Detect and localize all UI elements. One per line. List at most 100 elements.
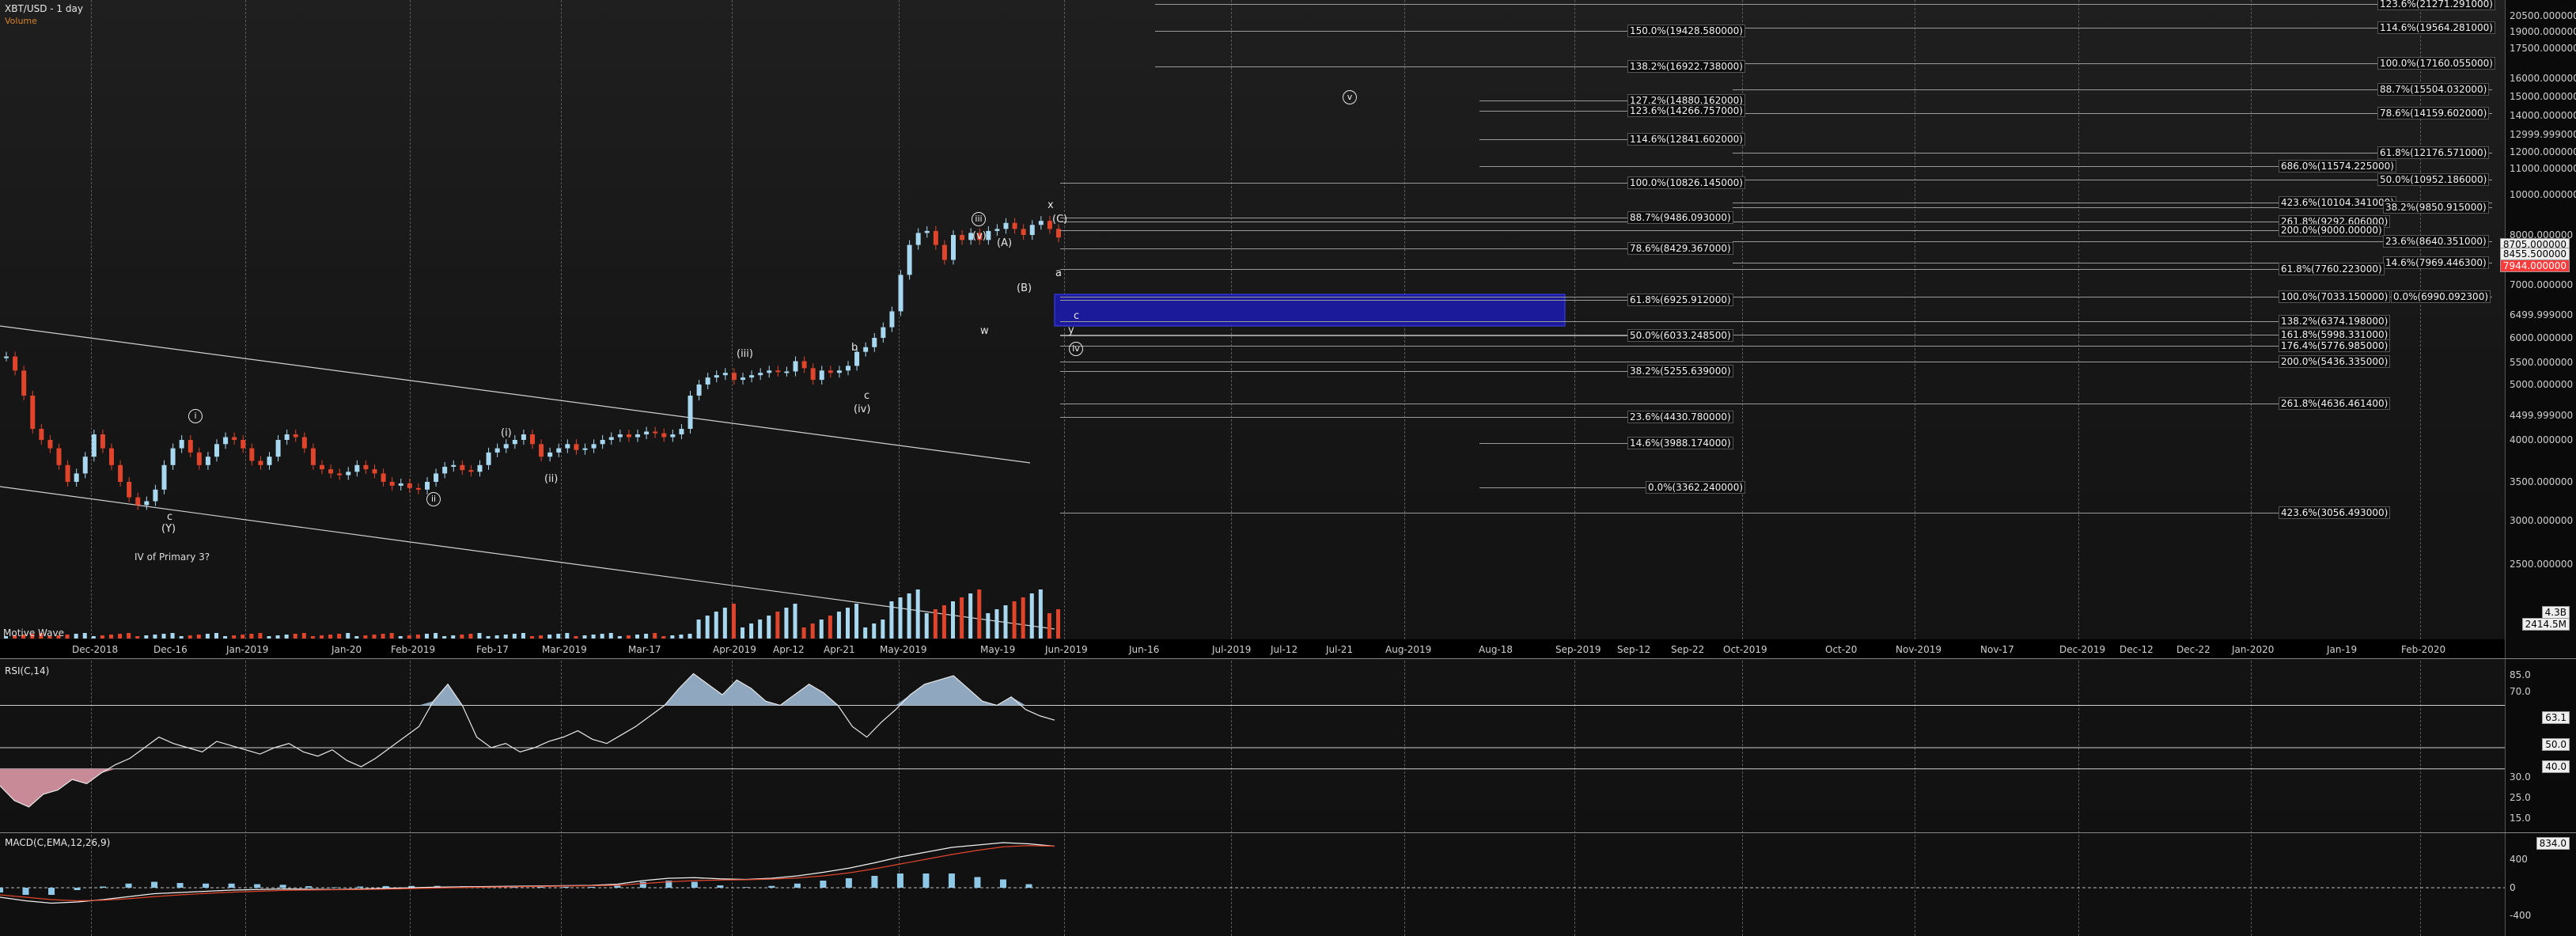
volume-bar <box>415 635 420 639</box>
candle <box>407 483 412 488</box>
candle <box>836 370 842 373</box>
volume-bar <box>161 634 166 639</box>
macd-current-box: 834.0 <box>2536 837 2570 850</box>
macd-histogram-bar <box>176 883 184 888</box>
macd-histogram-bar <box>100 886 107 888</box>
fib-line[interactable] <box>1479 166 2385 167</box>
primary-note: IV of Primary 3? <box>134 551 210 563</box>
volume-bar <box>521 633 525 639</box>
fib-line[interactable] <box>1060 321 2373 322</box>
fib-label: 38.2%(9850.915000) <box>2383 201 2489 214</box>
pane-separator <box>0 832 2576 833</box>
volume-bar <box>960 597 964 639</box>
candle <box>109 448 114 465</box>
candles <box>4 216 1061 510</box>
volume-bar <box>188 635 192 639</box>
candle <box>591 444 597 449</box>
candle <box>477 464 483 472</box>
volume-bar <box>100 635 104 639</box>
wave-label-iii: iii <box>972 212 986 226</box>
time-tick-label: Feb-2020 <box>2401 644 2446 655</box>
candle <box>951 235 956 260</box>
rsi-level-box: 50.0 <box>2542 738 2570 751</box>
candle <box>320 464 324 470</box>
wave-label-c2: c <box>864 390 870 402</box>
current-price-box: 7944.000000 <box>2499 260 2570 272</box>
macd-histogram-bar <box>845 878 852 888</box>
volume-bar <box>731 604 736 639</box>
fib-label: 78.6%(14159.602000) <box>2377 107 2490 119</box>
fib-line[interactable] <box>1155 4 2492 5</box>
volume-bar <box>915 589 920 639</box>
price-tick-label: 19000.000000 <box>2510 26 2576 37</box>
time-tick-label: Dec-2019 <box>2059 644 2106 655</box>
fib-line[interactable] <box>1733 241 2492 242</box>
candle <box>468 470 474 472</box>
candle <box>626 434 631 438</box>
volume-bar <box>854 604 859 639</box>
fib-line[interactable] <box>1060 269 2373 270</box>
candle <box>442 466 448 474</box>
candle <box>398 483 403 486</box>
volume-bar <box>810 623 815 639</box>
time-tick-label: Mar-17 <box>628 644 661 655</box>
rsi-plot <box>0 673 2505 808</box>
candle <box>775 370 781 373</box>
chart-canvas[interactable] <box>0 0 2576 936</box>
candle <box>415 487 421 490</box>
fib-line[interactable] <box>1060 230 2373 231</box>
macd-histogram-bar <box>48 888 55 895</box>
candle <box>30 396 36 429</box>
candle <box>381 473 386 482</box>
macd-histogram-bar <box>820 881 827 888</box>
fib-label: 150.0%(19428.580000) <box>1627 25 1745 37</box>
time-tick-label: Jul-21 <box>1326 644 1354 655</box>
candle <box>828 370 833 373</box>
volume-bar <box>924 613 929 639</box>
candle <box>284 434 290 440</box>
volume-bar <box>320 635 324 639</box>
macd-histogram-bar <box>948 873 955 888</box>
wave-label-c: c <box>167 511 173 523</box>
volume-bar <box>881 620 885 639</box>
fib-label: 88.7%(15504.032000) <box>2377 83 2490 96</box>
price-tick-label: 4499.999000 <box>2510 410 2574 421</box>
volume-bar <box>442 636 447 639</box>
candle <box>696 385 702 396</box>
wave-label-ii-paren: (ii) <box>544 473 559 485</box>
volume-bar <box>661 636 666 639</box>
price-tick-label: 12000.000000 <box>2510 146 2576 157</box>
macd-histogram-bar <box>742 887 749 888</box>
price-tick-label: 5500.000000 <box>2510 357 2574 368</box>
volume-bar <box>118 634 123 639</box>
wave-label-v: v <box>1343 90 1357 104</box>
pane-separator <box>0 658 2576 659</box>
candle <box>363 464 369 470</box>
time-tick-label: Apr-12 <box>773 644 805 655</box>
candle <box>679 429 684 434</box>
volume-bar <box>907 593 911 639</box>
fib-label: 686.0%(11574.225000) <box>2279 160 2396 172</box>
fib-line[interactable] <box>1060 346 2373 347</box>
wave-label-Y: (Y) <box>161 523 176 535</box>
time-tick-label: Jun-16 <box>1129 644 1160 655</box>
candle <box>241 440 246 449</box>
volume-bar <box>767 616 771 639</box>
volume-bar <box>608 633 613 639</box>
candle <box>494 448 500 453</box>
candle <box>574 444 579 450</box>
price-tick-label: 6000.000000 <box>2510 332 2574 343</box>
time-tick-label: Nov-17 <box>1980 644 2014 655</box>
fib-label: 138.2%(6374.198000) <box>2279 315 2391 328</box>
time-tick-label: Feb-2019 <box>391 644 436 655</box>
macd-histogram-bar <box>768 885 775 888</box>
macd-line <box>0 842 1055 904</box>
macd-histogram-bar <box>279 885 286 888</box>
volume-bar <box>407 635 411 639</box>
volume-bar <box>434 633 438 639</box>
volume-bar <box>749 623 754 639</box>
fib-label: 100.0%(10826.145000) <box>1627 176 1745 189</box>
volume-bar <box>503 635 508 639</box>
candle <box>223 437 229 445</box>
volume-bar <box>977 589 982 639</box>
